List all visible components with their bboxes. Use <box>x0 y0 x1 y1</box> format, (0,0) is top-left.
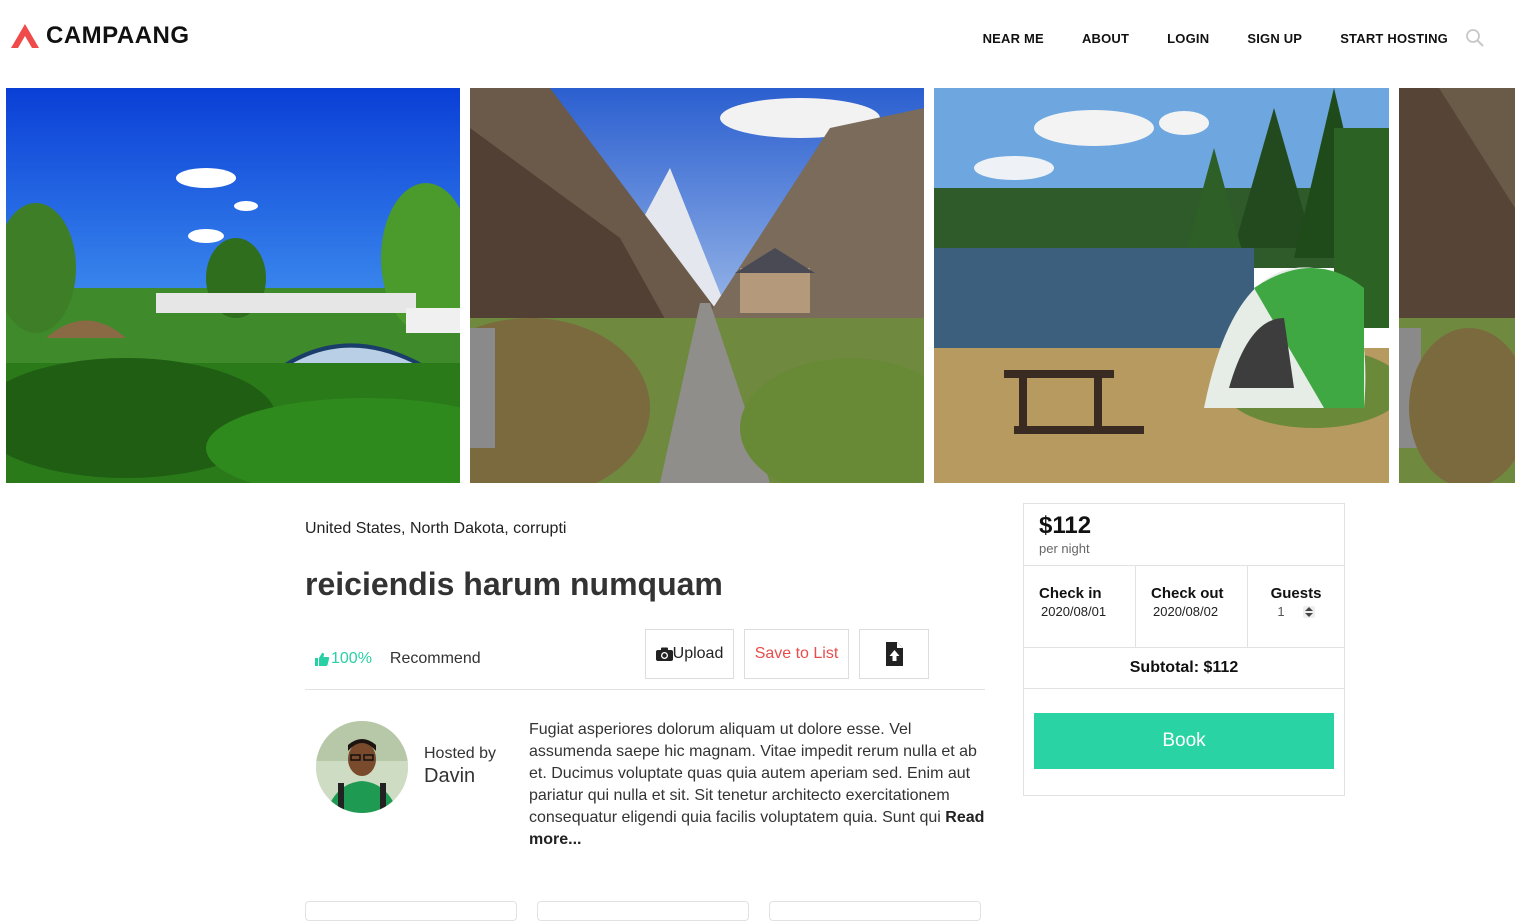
header: CAMPAANG NEAR ME ABOUT LOGIN SIGN UP STA… <box>0 0 1522 76</box>
nav-login[interactable]: LOGIN <box>1167 31 1209 46</box>
guests-input[interactable]: 1 <box>1248 604 1344 619</box>
gallery-image-partial[interactable] <box>1399 88 1515 483</box>
listing-location: United States, North Dakota, corrupti <box>305 520 567 537</box>
guests-label: Guests <box>1270 585 1322 602</box>
recommend-percent: 100% <box>331 650 372 667</box>
check-out-value[interactable]: 2020/08/02 <box>1151 604 1247 619</box>
host-avatar[interactable] <box>316 721 408 813</box>
nav-start-hosting[interactable]: START HOSTING <box>1340 31 1448 46</box>
guests-value[interactable]: 1 <box>1277 604 1284 619</box>
per-night-label: per night <box>1039 541 1090 556</box>
listing-description: Fugiat asperiores dolorum aliquam ut dol… <box>529 719 989 851</box>
gallery-image-mountain-valley[interactable] <box>470 88 924 483</box>
main-nav: NEAR ME ABOUT LOGIN SIGN UP START HOSTIN… <box>983 31 1448 46</box>
check-in-label: Check in <box>1039 585 1102 602</box>
upload-label: Upload <box>672 645 724 662</box>
subtotal: Subtotal: $112 <box>1024 648 1344 689</box>
check-in-value[interactable]: 2020/08/01 <box>1039 604 1135 619</box>
check-out-label: Check out <box>1151 585 1224 602</box>
gallery-image-campground[interactable] <box>6 88 460 483</box>
upload-button[interactable]: Upload <box>645 629 734 679</box>
section-divider <box>305 689 985 690</box>
listing-actions: Upload Save to List <box>645 629 929 679</box>
price-section: $112 per night <box>1024 504 1344 566</box>
dates-row: Check in 2020/08/01 Check out 2020/08/02… <box>1024 566 1344 648</box>
info-card <box>769 901 981 921</box>
check-in-field[interactable]: Check in 2020/08/01 <box>1024 566 1136 647</box>
save-to-list-button[interactable]: Save to List <box>744 629 849 679</box>
gallery-image-lake-tent[interactable] <box>934 88 1389 483</box>
camera-icon <box>655 647 673 661</box>
campaang-logo-icon <box>11 24 39 48</box>
search-icon[interactable] <box>1465 28 1485 48</box>
nav-near-me[interactable]: NEAR ME <box>983 31 1044 46</box>
info-card <box>305 901 517 921</box>
thumbs-up-icon <box>315 652 330 666</box>
logo[interactable]: CAMPAANG <box>10 22 190 50</box>
host-name[interactable]: Davin <box>424 765 475 788</box>
recommend-label: Recommend <box>389 650 481 667</box>
guests-field[interactable]: Guests 1 <box>1248 566 1344 647</box>
hosted-by-label: Hosted by <box>424 745 497 762</box>
bottom-cards <box>305 901 981 921</box>
nav-sign-up[interactable]: SIGN UP <box>1247 31 1302 46</box>
photo-gallery[interactable] <box>6 88 1515 483</box>
share-button[interactable] <box>859 629 929 679</box>
book-button[interactable]: Book <box>1034 713 1334 769</box>
guests-stepper-icon[interactable] <box>1302 605 1315 618</box>
listing-title: reiciendis harum numquam <box>305 566 723 602</box>
file-upload-icon <box>886 642 903 666</box>
nav-about[interactable]: ABOUT <box>1082 31 1129 46</box>
brand-name: CAMPAANG <box>46 22 190 49</box>
check-out-field[interactable]: Check out 2020/08/02 <box>1136 566 1248 647</box>
description-text: Fugiat asperiores dolorum aliquam ut dol… <box>529 721 977 826</box>
recommend-rating: 100% Recommend <box>314 650 481 668</box>
nightly-price: $112 <box>1039 512 1092 539</box>
info-card <box>537 901 749 921</box>
booking-panel: $112 per night Check in 2020/08/01 Check… <box>1023 503 1345 796</box>
